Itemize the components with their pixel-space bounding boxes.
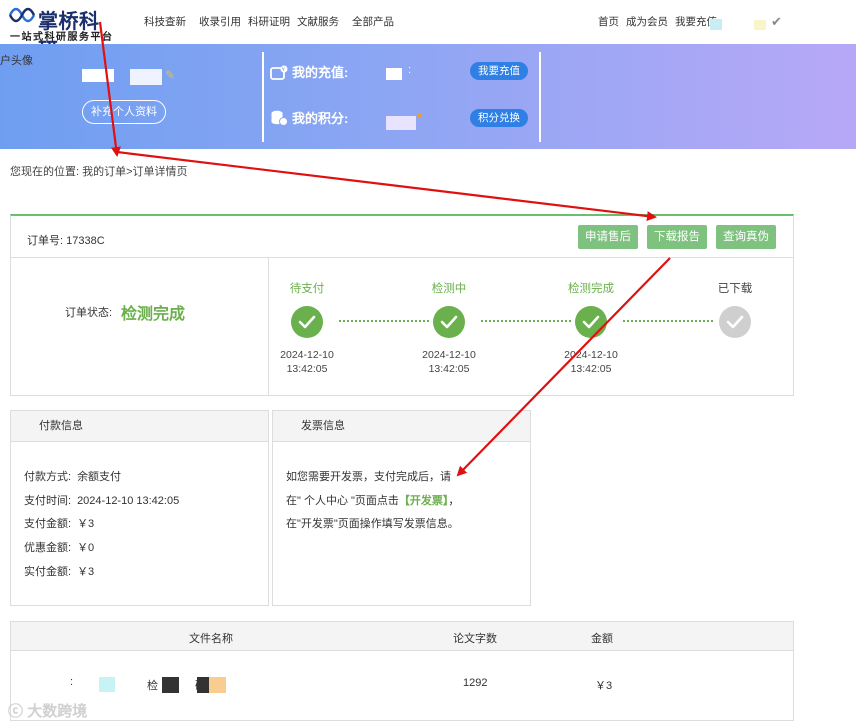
points-redacted-block [386, 116, 416, 130]
logo-mark-icon [8, 7, 36, 23]
verify-authenticity-button[interactable]: 查询真伪 [716, 225, 776, 249]
nav-item-membership[interactable]: 成为会员 [626, 14, 668, 29]
file-name-redacted-block [162, 677, 179, 693]
payment-amount-row: 支付金额: ￥3 [24, 518, 95, 530]
user-banner: 户头像 ✎ 补充个人资料 ¥ 我的充值: : 我要充值 我的积分: ● 积分兑换 [0, 44, 856, 149]
step-timestamp: 2024-12-10 13:42:05 [280, 349, 334, 375]
step-pending-payment: 待支付 2024-12-10 13:42:05 [247, 258, 367, 375]
invoice-info-heading: 发票信息 [273, 411, 530, 442]
nav-item-citation[interactable]: 收录引用 [199, 14, 241, 29]
paid-amount-row: 实付金额: ￥3 [24, 566, 95, 578]
check-mark-icon: ✔ [771, 14, 782, 29]
file-table: 文件名称 论文字数 金额 : 检 硕 1292 ￥3 [10, 621, 794, 721]
check-circle-icon [719, 306, 751, 338]
user-nav: 首页 成为会员 我要充值 [598, 14, 724, 29]
annotation-arrow [116, 150, 657, 222]
banner-divider-left [262, 52, 264, 142]
recharge-button[interactable]: 我要充值 [470, 62, 528, 80]
banner-divider-right [539, 52, 541, 142]
logo[interactable]: 掌桥科研 一站式科研服务平台 [8, 4, 118, 62]
file-name-fragment: 检 [147, 680, 158, 692]
coins-icon [271, 110, 288, 126]
payment-time-row: 支付时间: 2024-12-10 13:42:05 [24, 495, 180, 507]
word-count-cell: 1292 [463, 677, 488, 689]
breadcrumb: 您现在的位置: 我的订单>订单详情页 [10, 166, 188, 178]
step-title: 待支付 [289, 283, 325, 295]
step-title: 已下载 [717, 283, 753, 295]
step-timestamp: 2024-12-10 13:42:05 [422, 349, 476, 375]
file-name-redacted-block [209, 677, 226, 693]
complete-profile-button[interactable]: 补充个人资料 [82, 100, 166, 124]
edit-pencil-icon[interactable]: ✎ [165, 68, 175, 82]
payment-info-heading: 付款信息 [11, 411, 268, 442]
check-circle-icon [575, 306, 607, 338]
avatar-label: 户头像 [0, 55, 33, 67]
column-header-file-name: 文件名称 [189, 633, 233, 645]
after-sales-button[interactable]: 申请售后 [578, 225, 638, 249]
watermark: ⓒ 大数跨境 [8, 703, 88, 720]
points-label: 我的积分: [292, 111, 349, 126]
balance-separator: : [408, 64, 412, 76]
order-card: 订单号: 17338C 申请售后 下载报告 查询真伪 订单状态: 检测完成 待支… [10, 214, 794, 396]
nav-item-novelty-search[interactable]: 科技查新 [144, 14, 186, 29]
order-header: 订单号: 17338C 申请售后 下载报告 查询真伪 [11, 216, 793, 258]
step-title: 检测中 [431, 283, 467, 295]
order-number: 订单号: 17338C [27, 235, 105, 247]
order-status-value: 检测完成 [121, 306, 186, 323]
payment-info-panel: 付款信息 付款方式: 余额支付 支付时间: 2024-12-10 13:42:05 … [10, 410, 269, 606]
discount-amount-row: 优惠金额: ￥0 [24, 542, 95, 554]
nav-item-all-products[interactable]: 全部产品 [352, 14, 394, 29]
nav-item-literature-service[interactable]: 文献服务 [297, 14, 339, 29]
balance-redacted-block [386, 68, 402, 80]
points-row: 我的积分: [270, 108, 348, 127]
username-redacted [754, 20, 766, 30]
step-timestamp: 2024-12-10 13:42:05 [564, 349, 618, 375]
watermark-logo-icon: ⓒ [8, 703, 24, 720]
order-status-label: 订单状态: [65, 307, 113, 319]
step-connector [481, 320, 571, 322]
file-name-separator: : [70, 676, 74, 688]
download-report-button[interactable]: 下载报告 [647, 225, 707, 249]
wallet-icon: ¥ [270, 65, 288, 80]
nav-item-home[interactable]: 首页 [598, 14, 619, 29]
payment-method-row: 付款方式: 余额支付 [24, 471, 122, 483]
step-title: 检测完成 [568, 283, 614, 295]
step-connector [623, 320, 713, 322]
recharge-row: ¥ 我的充值: [270, 62, 348, 81]
column-header-word-count: 论文字数 [453, 633, 497, 645]
invoice-text-line: 如您需要开发票，支付完成后，请 [286, 471, 451, 483]
order-status-panel: 订单状态: 检测完成 [11, 258, 269, 396]
points-badge-icon: ● [416, 110, 423, 121]
step-testing-complete: 检测完成 2024-12-10 13:42:05 [531, 258, 651, 375]
username-redacted-block [82, 69, 114, 82]
file-table-header: 文件名称 论文字数 金额 [11, 622, 793, 651]
top-nav: 掌桥科研 一站式科研服务平台 科技查新 收录引用 科研证明 文献服务 全部产品 … [0, 0, 856, 62]
step-connector [339, 320, 429, 322]
open-invoice-link[interactable]: 【开发票】 [399, 495, 449, 507]
check-circle-icon [433, 306, 465, 338]
user-level-redacted-block [130, 69, 162, 85]
amount-cell: ￥3 [595, 680, 613, 692]
file-name-redacted-block [99, 677, 115, 692]
invoice-info-panel: 发票信息 如您需要开发票，支付完成后，请 在" 个人中心 "页面点击【开发票】，… [272, 410, 531, 606]
main-nav: 科技查新 收录引用 科研证明 文献服务 全部产品 [144, 14, 401, 29]
svg-text:¥: ¥ [282, 67, 285, 73]
logo-subtitle: 一站式科研服务平台 [10, 32, 114, 43]
step-testing: 检测中 2024-12-10 13:42:05 [389, 258, 509, 375]
points-exchange-button[interactable]: 积分兑换 [470, 109, 528, 127]
recharge-label: 我的充值: [292, 65, 349, 80]
invoice-text-line: 在" 个人中心 "页面点击【开发票】， [286, 495, 460, 507]
user-avatar[interactable] [710, 19, 722, 30]
column-header-amount: 金额 [591, 633, 613, 645]
check-circle-icon [291, 306, 323, 338]
invoice-text-line: 在"开发票"页面操作填写发票信息。 [286, 518, 459, 530]
file-name-redacted-block [197, 677, 209, 693]
step-downloaded: 已下载 [675, 258, 795, 338]
nav-item-research-proof[interactable]: 科研证明 [248, 14, 290, 29]
